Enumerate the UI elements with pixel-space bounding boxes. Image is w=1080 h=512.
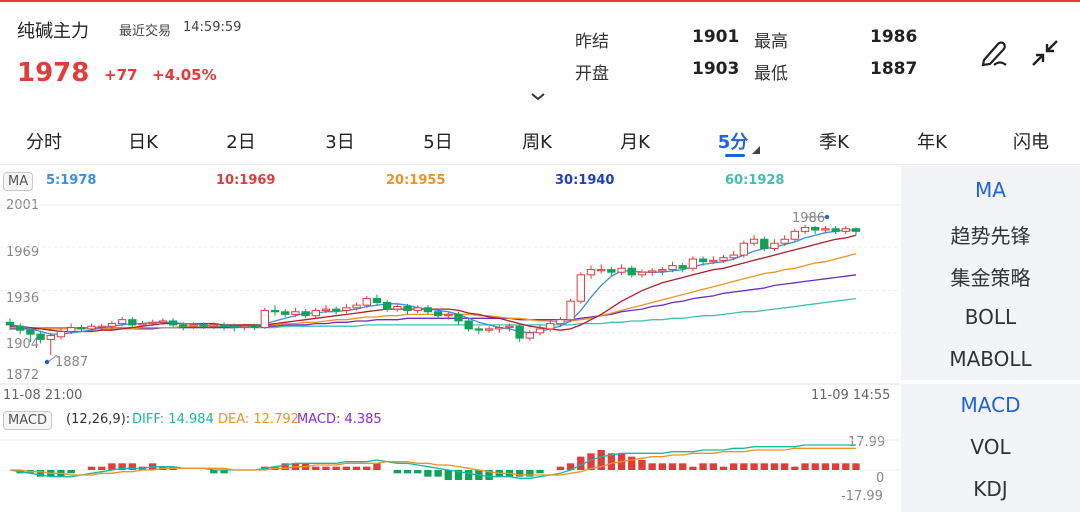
macd-bar-positive bbox=[689, 466, 697, 470]
macd-bar-positive bbox=[719, 466, 728, 470]
macd-bar-positive bbox=[760, 463, 768, 470]
macd-bar-positive bbox=[312, 466, 320, 470]
macd-bar-positive bbox=[750, 463, 758, 470]
macd-bar-positive bbox=[363, 466, 371, 470]
tab-yearly[interactable]: 年K bbox=[917, 128, 947, 154]
macd-bar-negative bbox=[444, 470, 452, 481]
macd-bar-positive bbox=[842, 463, 850, 470]
macd-bar-positive bbox=[811, 463, 819, 470]
side-item-trend-pioneer[interactable]: 趋势先锋 bbox=[901, 220, 1080, 249]
side-item-boll[interactable]: BOLL bbox=[901, 305, 1080, 329]
macd-bar-negative bbox=[465, 470, 473, 481]
macd-bar-positive bbox=[709, 463, 717, 470]
macd-bar-negative bbox=[434, 470, 442, 477]
macd-bar-positive bbox=[740, 463, 748, 470]
side-item-vol[interactable]: VOL bbox=[901, 435, 1080, 459]
macd-bar-positive bbox=[373, 463, 381, 470]
macd-bar-positive bbox=[668, 463, 677, 470]
macd-bar-negative bbox=[536, 470, 544, 474]
macd-bar-positive bbox=[658, 463, 667, 470]
collapse-arrows-icon[interactable] bbox=[1030, 38, 1060, 68]
macd-bar-positive bbox=[332, 466, 340, 470]
macd-bar-positive bbox=[699, 463, 707, 470]
side-menu-divider bbox=[901, 380, 1080, 384]
macd-bar-positive bbox=[128, 463, 136, 470]
macd-bar-positive bbox=[852, 463, 860, 470]
macd-bar-negative bbox=[424, 470, 432, 477]
macd-bar-positive bbox=[556, 466, 565, 470]
macd-bar-positive bbox=[87, 466, 96, 470]
macd-bar-negative bbox=[403, 470, 412, 474]
macd-bar-positive bbox=[801, 463, 809, 470]
macd-bar-positive bbox=[831, 463, 840, 470]
macd-bar-positive bbox=[791, 466, 799, 470]
side-item-fund-strategy[interactable]: 集金策略 bbox=[901, 262, 1080, 291]
macd-dea-line bbox=[10, 447, 856, 476]
macd-bar-positive bbox=[98, 466, 106, 470]
side-item-maboll[interactable]: MABOLL bbox=[901, 347, 1080, 371]
macd-bar-positive bbox=[770, 463, 779, 470]
macd-bar-negative bbox=[414, 470, 422, 474]
macd-bar-positive bbox=[679, 463, 687, 470]
side-item-kdj[interactable]: KDJ bbox=[901, 477, 1080, 501]
macd-chart[interactable] bbox=[0, 0, 900, 512]
macd-bar-positive bbox=[322, 466, 330, 470]
macd-bar-positive bbox=[352, 466, 361, 470]
macd-bar-negative bbox=[526, 470, 534, 477]
side-item-ma[interactable]: MA bbox=[901, 178, 1080, 202]
macd-bar-negative bbox=[67, 470, 75, 474]
macd-bar-positive bbox=[342, 466, 351, 470]
macd-bar-negative bbox=[393, 470, 401, 474]
pen-draw-icon[interactable] bbox=[980, 38, 1010, 68]
macd-bar-positive bbox=[628, 456, 636, 470]
macd-bar-positive bbox=[730, 463, 738, 470]
macd-bar-positive bbox=[821, 463, 830, 470]
indicator-side-menu: MA 趋势先锋 集金策略 BOLL MABOLL MACD VOL KDJ bbox=[901, 166, 1080, 512]
side-item-macd[interactable]: MACD bbox=[901, 393, 1080, 417]
macd-bar-positive bbox=[648, 463, 656, 470]
tab-flash[interactable]: 闪电 bbox=[1013, 128, 1049, 154]
macd-bar-positive bbox=[780, 463, 789, 470]
macd-bar-negative bbox=[515, 470, 524, 477]
macd-bar-positive bbox=[638, 459, 646, 470]
macd-diff-line bbox=[9, 444, 856, 479]
